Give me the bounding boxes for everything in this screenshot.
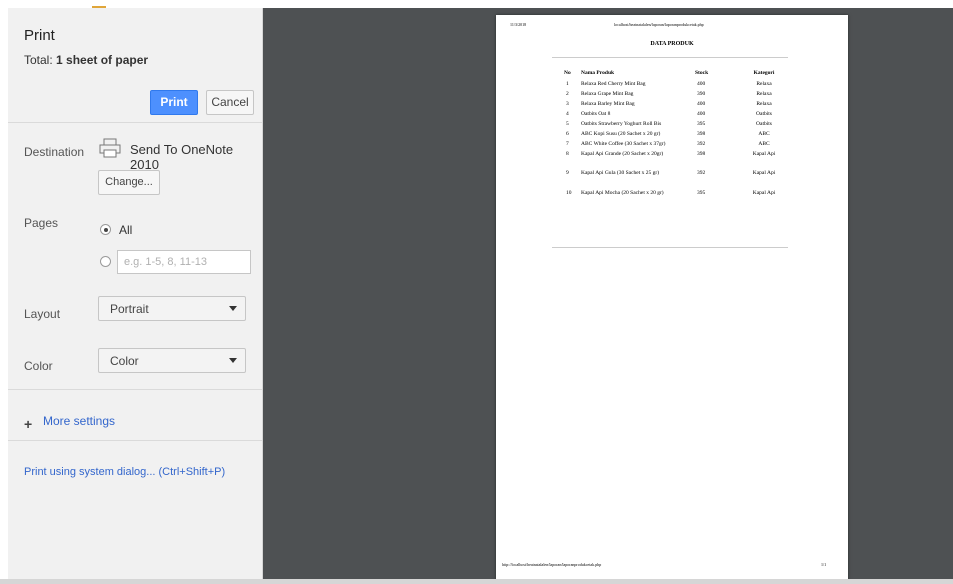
radio-selected-dot	[103, 227, 108, 232]
table-cell-stock: 400	[697, 111, 706, 117]
pages-range-input[interactable]	[117, 250, 251, 274]
printer-icon	[99, 138, 121, 158]
pages-range-radio[interactable]	[100, 256, 111, 267]
table-cell-name: ABC White Coffee (30 Sachet x 37gr)	[581, 141, 666, 147]
table-cell-name: Kapal Api Gula (30 Sachet x 25 gr)	[581, 170, 660, 176]
table-cell-stock: 395	[697, 190, 706, 196]
divider	[8, 389, 262, 390]
table-cell-name: Relaxa Barley Mint Bag	[581, 101, 635, 107]
table-cell-name: Oatbits Oat 8	[581, 111, 611, 117]
pages-all-label: All	[119, 223, 133, 237]
divider	[8, 122, 262, 123]
table-cell-no: 1	[566, 81, 569, 87]
table-cell-stock: 398	[697, 151, 706, 157]
table-cell-name: Kapal Api Mocha (20 Sachet x 20 gr)	[581, 190, 664, 196]
destination-label: Destination	[24, 145, 85, 159]
table-cell-no: 8	[566, 151, 569, 157]
table-cell-no: 10	[566, 190, 572, 196]
table-cell-stock: 400	[697, 81, 706, 87]
layout-label: Layout	[24, 307, 61, 321]
pages-all-radio[interactable]	[100, 224, 111, 235]
print-sidebar: Print Total: 1 sheet of paper Print Canc…	[8, 8, 263, 579]
pages-label: Pages	[24, 216, 59, 230]
cancel-button[interactable]: Cancel	[206, 90, 254, 115]
preview-page: 11/3/2018 localhost/heatnatalalen/lapora…	[496, 15, 848, 581]
plus-icon[interactable]: +	[24, 416, 32, 432]
table-cell-no: 6	[566, 131, 569, 137]
table-bottom-rule	[552, 247, 788, 248]
page-footer-url: http://localhost/heatnatalalen/laporan/l…	[502, 562, 602, 567]
sheet-total-value: 1 sheet of paper	[56, 53, 149, 67]
table-header-category: Kategori	[753, 70, 775, 76]
system-dialog-link[interactable]: Print using system dialog... (Ctrl+Shift…	[24, 466, 225, 478]
divider	[8, 440, 262, 441]
table-header-name: Nama Produk	[581, 70, 615, 76]
print-dialog: Print Total: 1 sheet of paper Print Canc…	[0, 0, 953, 584]
color-label: Color	[24, 359, 53, 373]
table-top-rule	[552, 57, 788, 58]
table-cell-name: Relaxa Red Cherry Mint Bag	[581, 81, 646, 87]
table-header-stock: Stock	[695, 70, 709, 76]
table-cell-category: Kapal Api	[752, 190, 776, 196]
table-cell-name: ABC Kopi Susu (20 Sachet x 20 gr)	[581, 131, 661, 137]
dialog-title: Print	[24, 27, 55, 44]
color-select-value: Color	[110, 354, 139, 368]
page-header-url: localhost/heatnatalalen/laporan/laporanp…	[614, 22, 704, 27]
table-cell-stock: 400	[697, 101, 706, 107]
table-cell-category: Oatbits	[756, 121, 772, 127]
layout-select-value: Portrait	[110, 302, 149, 316]
table-cell-no: 7	[566, 141, 569, 147]
table-header-no: No	[564, 70, 571, 76]
table-cell-category: ABC	[758, 141, 770, 147]
table-cell-category: ABC	[758, 131, 770, 137]
page-footer-number: 1/1	[821, 562, 827, 567]
chevron-down-icon	[229, 358, 237, 363]
table-cell-name: Oatbits Strawberry Yoghurt Roll Bis	[581, 121, 662, 127]
table-cell-stock: 392	[697, 170, 706, 176]
table-cell-category: Oatbits	[756, 111, 772, 117]
table-cell-stock: 395	[697, 121, 706, 127]
layout-select[interactable]: Portrait	[98, 296, 246, 321]
chevron-down-icon	[229, 306, 237, 311]
destination-name: Send To OneNote 2010	[130, 142, 234, 172]
table-cell-category: Kapal Api	[752, 151, 776, 157]
table-cell-name: Kapal Api Grande (20 Sachet x 20gr)	[581, 151, 664, 157]
table-cell-no: 2	[566, 91, 569, 97]
window-bottom-edge	[0, 579, 953, 584]
color-select[interactable]: Color	[98, 348, 246, 373]
table-cell-stock: 398	[697, 131, 706, 137]
table-cell-no: 4	[566, 111, 569, 117]
report-title: DATA PRODUK	[650, 41, 694, 47]
page-header-date: 11/3/2018	[510, 22, 527, 27]
table-cell-no: 5	[566, 121, 569, 127]
table-cell-category: Kapal Api	[752, 170, 776, 176]
table-cell-name: Relaxa Grape Mint Bag	[581, 91, 634, 97]
table-cell-category: Relaxa	[756, 81, 772, 87]
sheet-total: Total: 1 sheet of paper	[24, 53, 148, 67]
table-cell-stock: 392	[697, 141, 706, 147]
table-cell-category: Relaxa	[756, 101, 772, 107]
change-destination-button[interactable]: Change...	[98, 170, 160, 195]
table-cell-stock: 390	[697, 91, 706, 97]
print-button[interactable]: Print	[150, 90, 198, 115]
table-cell-no: 3	[566, 101, 569, 107]
table-cell-no: 9	[566, 170, 569, 176]
sheet-total-prefix: Total:	[24, 53, 57, 67]
table-cell-category: Relaxa	[756, 91, 772, 97]
more-settings-link[interactable]: More settings	[43, 414, 115, 428]
